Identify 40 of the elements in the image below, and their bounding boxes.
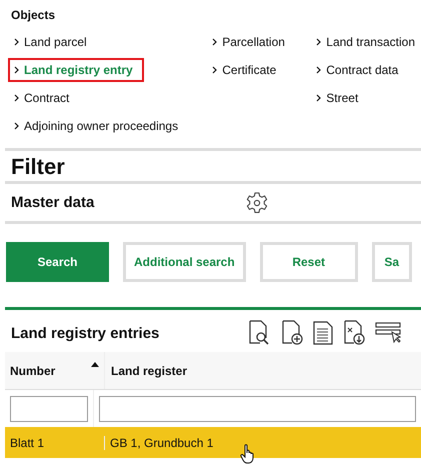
object-link[interactable]: Adjoining owner proceedings	[8, 114, 184, 138]
chevron-icon	[316, 38, 322, 46]
object-link[interactable]: Parcellation	[206, 30, 291, 54]
filter-heading: Filter	[10, 153, 66, 181]
objects-title: Objects	[10, 7, 56, 24]
object-link[interactable]: Land transaction	[310, 30, 421, 54]
chevron-icon	[212, 66, 218, 74]
chevron-icon	[316, 94, 322, 102]
action-button[interactable]: Additional search	[123, 242, 246, 282]
object-link[interactable]: Land parcel	[8, 30, 93, 54]
settings-icon[interactable]	[245, 190, 269, 214]
column-filter-field[interactable]	[99, 396, 416, 422]
table-cell: Blatt 1	[5, 436, 105, 450]
table-title: Land registry entries	[11, 324, 160, 342]
document-search-icon[interactable]	[247, 320, 271, 346]
table-cell-text: GB 1, Grundbuch 1	[109, 436, 214, 450]
chevron-icon	[212, 38, 218, 46]
object-link[interactable]: Contract	[8, 86, 76, 110]
document-icon[interactable]	[313, 321, 333, 345]
chevron-icon	[316, 66, 322, 74]
chevron-icon	[14, 94, 19, 102]
section-title: Master data	[11, 194, 96, 211]
table-row[interactable]: Blatt 1 GB 1, Grundbuch 1	[5, 427, 421, 458]
document-export-icon[interactable]	[342, 320, 366, 346]
object-link[interactable]: Street	[310, 86, 364, 110]
chevron-icon	[14, 66, 19, 74]
action-button[interactable]: Sa	[372, 242, 412, 282]
column-header[interactable]: Land register	[105, 352, 421, 389]
action-button[interactable]: Reset	[260, 242, 358, 282]
chevron-icon	[14, 122, 19, 130]
object-link[interactable]: Contract data	[310, 58, 404, 82]
row-select-icon[interactable]	[375, 322, 401, 344]
document-add-icon[interactable]	[280, 320, 304, 346]
column-filter-field[interactable]	[10, 396, 88, 422]
chevron-icon	[14, 38, 19, 46]
search-button[interactable]: Search	[6, 242, 109, 282]
column-header[interactable]: Number	[5, 352, 105, 389]
object-link[interactable]: Certificate	[206, 58, 282, 82]
hand-cursor-icon	[240, 444, 256, 464]
object-link[interactable]: Land registry entry	[8, 58, 144, 82]
